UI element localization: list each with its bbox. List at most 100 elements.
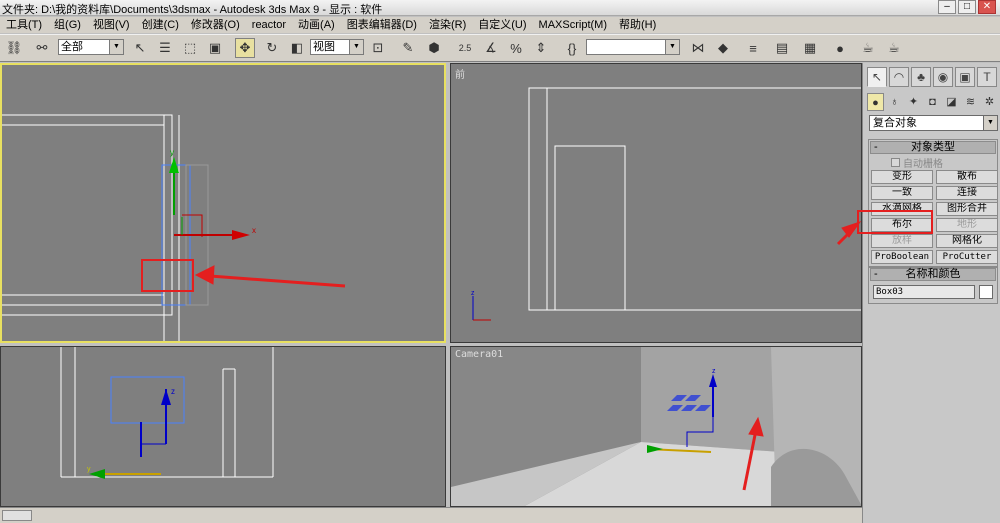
reference-coordinate-dropdown[interactable]: 视图 ▼ bbox=[310, 39, 364, 55]
terrain-button[interactable]: 地形 bbox=[936, 218, 998, 232]
select-manipulate-icon[interactable]: ✎ bbox=[398, 38, 418, 58]
object-type-header[interactable]: - 对象类型 bbox=[870, 141, 996, 154]
selection-filter-dropdown[interactable]: 全部 ▼ bbox=[58, 39, 124, 55]
edit-named-selection-icon[interactable]: {} bbox=[562, 38, 582, 58]
link-icon[interactable]: ⛓ bbox=[4, 38, 24, 58]
main-toolbar: ⛓ ⚯ 全部 ▼ ↖ ☰ ⬚ ▣ ✥ ↻ ◧ 视图 ▼ ⊡ ✎ ⬢ 2.5 ∡ … bbox=[0, 34, 1000, 62]
timeline-scrollbar[interactable] bbox=[0, 507, 862, 523]
pivot-center-icon[interactable]: ⊡ bbox=[368, 38, 388, 58]
lights-icon[interactable]: ✦ bbox=[905, 93, 922, 111]
viewport-area: y x 前 z z y Camera01 z bbox=[0, 63, 862, 507]
space-warps-icon[interactable]: ≋ bbox=[962, 93, 979, 111]
viewport-front-canvas: z bbox=[471, 87, 861, 321]
name-color-rollout: - 名称和颜色 Box03 bbox=[868, 266, 998, 304]
material-editor-icon[interactable]: ● bbox=[830, 38, 850, 58]
conform-button[interactable]: 一致 bbox=[871, 186, 933, 200]
window-crossing-icon[interactable]: ▣ bbox=[205, 38, 225, 58]
shapes-icon[interactable]: ♁ bbox=[886, 93, 903, 111]
object-type-rollout: - 对象类型 自动栅格 变形 散布 一致 连接 水滴网格 图形合并 布尔 地形 … bbox=[868, 139, 998, 268]
select-scale-icon[interactable]: ◧ bbox=[287, 38, 307, 58]
object-color-swatch[interactable] bbox=[979, 285, 993, 299]
select-object-icon[interactable]: ↖ bbox=[130, 38, 150, 58]
menu-customize[interactable]: 自定义(U) bbox=[472, 17, 532, 33]
keyboard-shortcut-icon[interactable]: ⬢ bbox=[424, 38, 444, 58]
viewport-camera[interactable]: Camera01 z bbox=[450, 346, 862, 507]
object-category-dropdown[interactable]: 复合对象 ▼ bbox=[869, 115, 998, 131]
close-button[interactable]: ✕ bbox=[978, 0, 996, 14]
menu-tools[interactable]: 工具(T) bbox=[0, 17, 48, 33]
axis-z-label-front: z bbox=[471, 290, 475, 297]
layer-manager-icon[interactable]: ≡ bbox=[743, 38, 763, 58]
unlink-icon[interactable]: ⚯ bbox=[32, 38, 52, 58]
minimize-button[interactable]: – bbox=[938, 0, 956, 14]
name-color-header[interactable]: - 名称和颜色 bbox=[870, 268, 996, 281]
spinner-snap-icon[interactable]: ⇕ bbox=[531, 38, 551, 58]
render-scene-icon[interactable]: ☕ bbox=[858, 38, 878, 58]
chevron-down-icon: ▼ bbox=[109, 40, 123, 54]
display-tab-icon[interactable]: ▣ bbox=[955, 67, 975, 87]
cameras-icon[interactable]: ◘ bbox=[924, 93, 941, 111]
name-field-row: Box03 bbox=[873, 285, 993, 299]
auto-grid-label: 自动栅格 bbox=[903, 158, 943, 170]
menu-animation[interactable]: 动画(A) bbox=[292, 17, 341, 33]
collapse-icon: - bbox=[874, 268, 878, 280]
menu-bar: 工具(T) 组(G) 视图(V) 创建(C) 修改器(O) reactor 动画… bbox=[0, 17, 1000, 33]
window-controls: – □ ✕ bbox=[938, 0, 996, 14]
hierarchy-tab-icon[interactable]: ♣ bbox=[911, 67, 931, 87]
motion-tab-icon[interactable]: ◉ bbox=[933, 67, 953, 87]
angle-snap-icon[interactable]: ∡ bbox=[481, 38, 501, 58]
menu-reactor[interactable]: reactor bbox=[246, 17, 292, 33]
named-selection-dropdown[interactable]: ▼ bbox=[586, 39, 680, 55]
viewport-left[interactable]: z y bbox=[0, 346, 446, 507]
align-icon[interactable]: ◆ bbox=[713, 38, 733, 58]
loft-button[interactable]: 放样 bbox=[871, 234, 933, 248]
auto-grid-checkbox[interactable]: 自动栅格 bbox=[891, 156, 997, 170]
object-category-value: 复合对象 bbox=[873, 117, 917, 129]
menu-modifiers[interactable]: 修改器(O) bbox=[185, 17, 246, 33]
menu-help[interactable]: 帮助(H) bbox=[613, 17, 662, 33]
quick-render-icon[interactable]: ☕ bbox=[884, 38, 904, 58]
select-by-name-icon[interactable]: ☰ bbox=[155, 38, 175, 58]
systems-icon[interactable]: ✲ bbox=[981, 93, 998, 111]
geometry-icon[interactable]: ● bbox=[867, 93, 884, 111]
viewport-top-left-canvas: y x bbox=[2, 114, 256, 341]
percent-snap-icon[interactable]: % bbox=[506, 38, 526, 58]
procutter-button[interactable]: ProCutter bbox=[936, 250, 998, 264]
boolean-button[interactable]: 布尔 bbox=[871, 218, 933, 232]
viewport-front[interactable]: 前 z bbox=[450, 63, 862, 343]
menu-maxscript[interactable]: MAXScript(M) bbox=[533, 17, 613, 33]
checkbox-icon bbox=[891, 157, 900, 167]
morph-button[interactable]: 变形 bbox=[871, 170, 933, 184]
command-panel: ↖ ◠ ♣ ◉ ▣ T ● ♁ ✦ ◘ ◪ ≋ ✲ 复合对象 ▼ - 对象类型 … bbox=[862, 63, 1000, 523]
menu-graph-editors[interactable]: 图表编辑器(D) bbox=[341, 17, 423, 33]
scatter-button[interactable]: 散布 bbox=[936, 170, 998, 184]
shapemerge-button[interactable]: 图形合并 bbox=[936, 202, 998, 216]
rectangular-selection-icon[interactable]: ⬚ bbox=[180, 38, 200, 58]
viewport-top-left[interactable]: y x bbox=[0, 63, 446, 343]
create-tab-icon[interactable]: ↖ bbox=[867, 67, 887, 87]
blobmesh-button[interactable]: 水滴网格 bbox=[871, 202, 933, 216]
menu-views[interactable]: 视图(V) bbox=[87, 17, 136, 33]
menu-rendering[interactable]: 渲染(R) bbox=[423, 17, 472, 33]
menu-create[interactable]: 创建(C) bbox=[136, 17, 185, 33]
maximize-button[interactable]: □ bbox=[958, 0, 976, 14]
title-bar: 文件夹: D:\我的资料库\Documents\3dsmax - Autodes… bbox=[0, 0, 1000, 16]
curve-editor-icon[interactable]: ▤ bbox=[772, 38, 792, 58]
modify-tab-icon[interactable]: ◠ bbox=[889, 67, 909, 87]
snap-toggle-icon[interactable]: 2.5 bbox=[455, 38, 475, 58]
select-move-icon[interactable]: ✥ bbox=[235, 38, 255, 58]
utilities-tab-icon[interactable]: T bbox=[977, 67, 997, 87]
menu-group[interactable]: 组(G) bbox=[48, 17, 87, 33]
timeline-slider-thumb[interactable] bbox=[2, 510, 32, 521]
name-color-title: 名称和颜色 bbox=[905, 268, 961, 280]
helpers-icon[interactable]: ◪ bbox=[943, 93, 960, 111]
proboolean-button[interactable]: ProBoolean bbox=[871, 250, 933, 264]
schematic-view-icon[interactable]: ▦ bbox=[800, 38, 820, 58]
axis-z-label-camera: z bbox=[712, 368, 716, 375]
chevron-down-icon: ▼ bbox=[349, 40, 363, 54]
object-name-input[interactable]: Box03 bbox=[873, 285, 976, 299]
select-rotate-icon[interactable]: ↻ bbox=[262, 38, 282, 58]
connect-button[interactable]: 连接 bbox=[936, 186, 998, 200]
mesher-button[interactable]: 网格化 bbox=[936, 234, 998, 248]
mirror-icon[interactable]: ⋈ bbox=[688, 38, 708, 58]
